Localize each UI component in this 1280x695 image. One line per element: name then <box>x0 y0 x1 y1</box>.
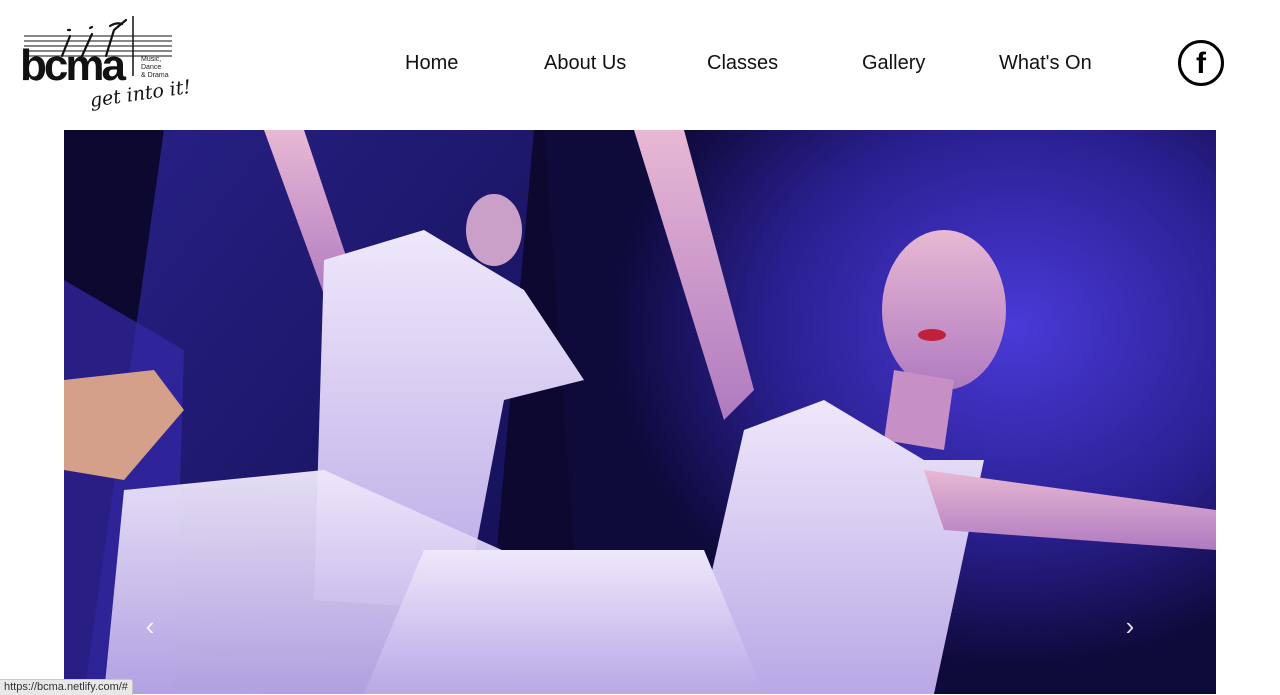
carousel-prev-button[interactable]: ‹ <box>136 610 164 642</box>
nav-classes[interactable]: Classes <box>707 52 778 75</box>
main-nav: Home About Us Classes Gallery What's On <box>0 52 1280 80</box>
chevron-left-icon: ‹ <box>145 610 155 641</box>
nav-gallery[interactable]: Gallery <box>862 52 925 75</box>
carousel-next-button[interactable]: › <box>1116 610 1144 642</box>
browser-status-bar: https://bcma.netlify.com/# <box>0 679 133 695</box>
facebook-icon: f <box>1196 47 1206 80</box>
site-header: bcma Music, Dance & Drama get into it! H… <box>0 0 1280 130</box>
facebook-link[interactable]: f <box>1178 40 1224 86</box>
nav-whats-on[interactable]: What's On <box>999 52 1092 75</box>
nav-about-us[interactable]: About Us <box>544 52 626 75</box>
chevron-right-icon: › <box>1125 610 1135 641</box>
carousel-slide-image <box>64 130 1216 694</box>
hero-carousel: ‹ › <box>64 130 1216 694</box>
nav-home[interactable]: Home <box>405 52 458 75</box>
